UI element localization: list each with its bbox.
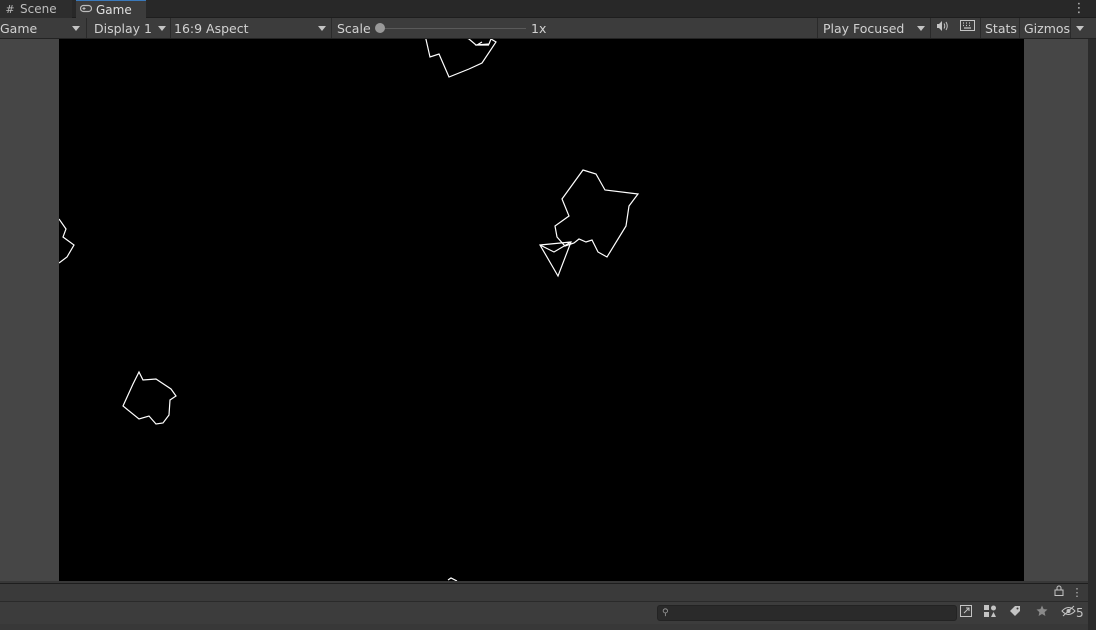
scale-slider-track[interactable] <box>380 28 526 29</box>
filter-by-type-icon[interactable] <box>981 605 999 621</box>
display-label: Display 1 <box>94 20 153 36</box>
gizmos-button[interactable]: Gizmos <box>1024 18 1070 38</box>
game-mode-dropdown[interactable]: Game <box>0 18 84 38</box>
search-input[interactable]: ⚲ <box>657 605 957 621</box>
hidden-count: 5 <box>1076 606 1084 620</box>
chevron-down-icon <box>72 26 80 31</box>
game-toolbar: Game Display 1 16:9 Aspect Scale 1x Play… <box>0 18 1096 39</box>
chevron-down-icon <box>158 26 166 31</box>
keyboard-icon[interactable] <box>958 20 976 36</box>
vertical-scrollbar[interactable] <box>1088 39 1096 630</box>
toolbar-divider <box>331 18 332 38</box>
play-mode-dropdown[interactable]: Play Focused <box>823 18 929 38</box>
chevron-down-icon <box>917 26 925 31</box>
toolbar-divider <box>170 18 171 38</box>
hierarchy-header: ⋮ <box>0 583 1088 602</box>
toolbar-divider <box>817 18 818 38</box>
tab-game[interactable]: Game <box>76 0 146 18</box>
tab-scene-label: Scene <box>20 2 57 16</box>
aspect-dropdown[interactable]: 16:9 Aspect <box>174 18 330 38</box>
stats-button[interactable]: Stats <box>985 18 1017 38</box>
asteroid <box>59 218 75 264</box>
star-icon[interactable] <box>1033 605 1051 621</box>
asteroid <box>122 370 177 425</box>
scale-label: Scale <box>337 20 371 36</box>
hierarchy-toolbar: ⚲ 5 <box>0 602 1088 624</box>
toolbar-divider <box>86 18 87 38</box>
open-window-icon[interactable] <box>957 605 975 621</box>
grid-icon: # <box>5 2 15 16</box>
game-mode-label: Game <box>0 20 38 36</box>
lock-icon[interactable] <box>1050 585 1068 601</box>
tab-scene[interactable]: # Scene <box>0 0 72 18</box>
aspect-label: 16:9 Aspect <box>174 20 249 36</box>
panel-footer <box>0 624 1088 630</box>
hidden-eye-icon[interactable] <box>1059 605 1077 621</box>
gizmos-dropdown[interactable] <box>1071 18 1091 38</box>
more-options-icon[interactable]: ⋮ <box>1072 1 1086 17</box>
game-view[interactable] <box>59 39 1024 581</box>
toolbar-divider <box>930 18 931 38</box>
label-tag-icon[interactable] <box>1006 605 1024 621</box>
tab-bar: # Scene Game ⋮ <box>0 0 1096 18</box>
chevron-down-icon <box>318 26 326 31</box>
gamepad-icon <box>79 3 93 16</box>
toolbar-divider <box>1019 18 1020 38</box>
search-icon: ⚲ <box>662 608 669 618</box>
chevron-down-icon <box>1076 26 1084 31</box>
play-mode-label: Play Focused <box>823 20 905 36</box>
toolbar-divider <box>980 18 981 38</box>
tab-game-label: Game <box>96 2 132 17</box>
scale-value: 1x <box>531 20 547 36</box>
player-ship <box>539 241 572 278</box>
mute-audio-icon[interactable] <box>933 20 951 36</box>
unity-editor: # Scene Game ⋮ Game Display 1 16:9 Aspec… <box>0 0 1096 630</box>
more-options-icon[interactable]: ⋮ <box>1068 585 1086 601</box>
display-dropdown[interactable]: Display 1 <box>94 18 168 38</box>
asteroid <box>447 577 458 581</box>
scale-slider-knob[interactable] <box>375 23 385 33</box>
asteroid <box>474 41 489 46</box>
game-render <box>59 39 640 581</box>
